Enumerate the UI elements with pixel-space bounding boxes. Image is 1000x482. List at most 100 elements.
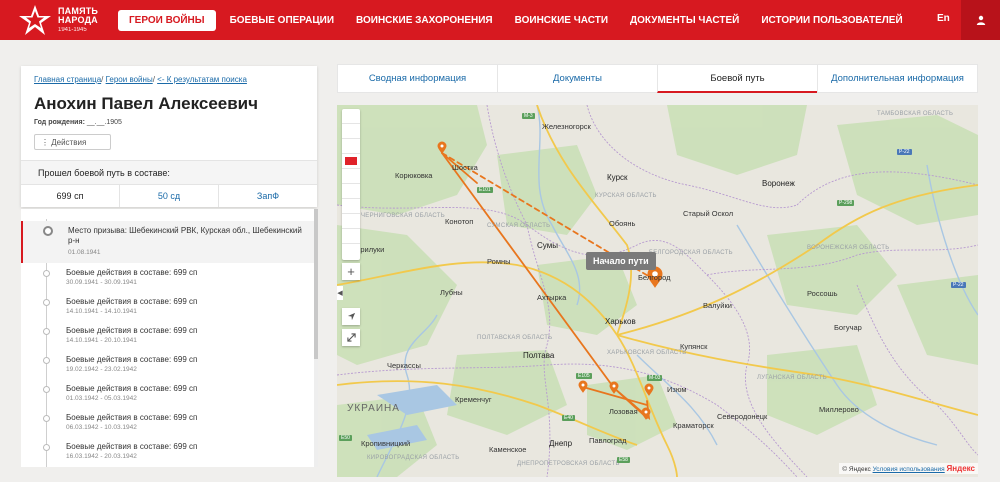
- road-badge: E58: [617, 457, 630, 463]
- layer-button[interactable]: [342, 124, 360, 139]
- timeline-dot: [43, 386, 50, 393]
- fullscreen-button[interactable]: [342, 329, 360, 346]
- timeline-title: Боевые действия в составе: 699 сп: [66, 413, 198, 422]
- timeline-item[interactable]: Боевые действия в составе: 699 сп 06.03.…: [21, 408, 317, 437]
- road-badge: Р-22: [897, 149, 912, 155]
- timeline-scrollbar[interactable]: [314, 209, 318, 467]
- nav-user-stories[interactable]: Истории пользователей: [761, 15, 902, 26]
- layer-button[interactable]: [342, 229, 360, 244]
- timeline-dot: [43, 415, 50, 422]
- timeline-dot: [43, 328, 50, 335]
- breadcrumb-heroes[interactable]: Герои войны: [106, 75, 153, 84]
- main-nav: Герои войны Боевые операции Воинские зах…: [118, 9, 925, 31]
- timeline-dot: [43, 270, 50, 277]
- tab-additional-info[interactable]: Дополнительная информация: [817, 64, 978, 93]
- top-header: ПАМЯТЬ НАРОДА 1941-1945 Герои войны Боев…: [0, 0, 1000, 40]
- nav-units[interactable]: Воинские части: [515, 15, 608, 26]
- map-label: Кропивницкий: [361, 439, 411, 448]
- timeline-date: 16.03.1942 - 20.03.1942: [66, 453, 137, 460]
- road-badge: Е105: [576, 373, 592, 379]
- combat-path-map[interactable]: Железногорск Курск Воронеж Шостка Корюко…: [337, 105, 978, 477]
- timeline-item[interactable]: Боевые действия в составе: 699 сп 14.10.…: [21, 321, 317, 350]
- timeline-date: 19.02.1942 - 23.02.1942: [66, 366, 137, 373]
- timeline-item[interactable]: Боевые действия в составе: 699 сп 01.03.…: [21, 379, 317, 408]
- timeline-item[interactable]: Боевые действия в составе: 699 сп 19.02.…: [21, 350, 317, 379]
- unit-tab-zapf[interactable]: ЗапФ: [219, 185, 317, 207]
- map-label: Миллерово: [819, 405, 859, 414]
- map-label: Курск: [607, 173, 628, 182]
- tab-documents[interactable]: Документы: [497, 64, 657, 93]
- timeline-item[interactable]: Боевые действия в составе: 699 сп 14.10.…: [21, 292, 317, 321]
- panel-collapse-button[interactable]: ◀: [337, 286, 343, 300]
- nav-operations[interactable]: Боевые операции: [230, 15, 334, 26]
- expand-icon: [346, 333, 356, 342]
- map-label: Черкассы: [387, 361, 421, 370]
- map-label: Богучар: [834, 323, 862, 332]
- terms-link[interactable]: Условия использования: [873, 466, 945, 473]
- map-label: Сумы: [537, 241, 558, 250]
- timeline-item[interactable]: Место призыва: Шебекинский РВК, Курская …: [21, 221, 317, 263]
- copyright-text: © Яндекс: [842, 466, 871, 473]
- map-label: Каменское: [489, 445, 527, 454]
- map-label: Валуйки: [703, 301, 732, 310]
- language-switch[interactable]: En: [937, 13, 950, 24]
- layer-button[interactable]: [342, 184, 360, 199]
- breadcrumb: Главная страница/ Герои войны/ <- К резу…: [34, 75, 247, 84]
- breadcrumb-back[interactable]: <- К результатам поиска: [157, 75, 247, 84]
- timeline-item[interactable]: Боевые действия в составе: 699 сп 30.09.…: [21, 263, 317, 292]
- layer-button[interactable]: [342, 244, 360, 259]
- map-label: КИРОВОГРАДСКАЯ ОБЛАСТЬ: [367, 455, 460, 461]
- layer-button[interactable]: [342, 139, 360, 154]
- timeline-dot: [43, 226, 53, 236]
- person-card: Главная страница/ Герои войны/ <- К резу…: [21, 66, 317, 207]
- breadcrumb-home[interactable]: Главная страница: [34, 75, 101, 84]
- layer-button[interactable]: [342, 109, 360, 124]
- map-label: Краматорск: [673, 421, 714, 430]
- map-label: Днепр: [549, 439, 573, 448]
- layer-button[interactable]: [342, 214, 360, 229]
- unit-tabs: 699 сп 50 сд ЗапФ: [21, 184, 317, 207]
- map-label: Изюм: [667, 385, 687, 394]
- tab-summary[interactable]: Сводная информация: [337, 64, 497, 93]
- nav-heroes[interactable]: Герои войны: [118, 9, 216, 31]
- timeline-date: 14.10.1941 - 14.10.1941: [66, 308, 137, 315]
- map-label: Ромны: [487, 257, 511, 266]
- timeline-title: Место призыва: Шебекинский РВК, Курская …: [68, 226, 302, 245]
- site-logo[interactable]: ПАМЯТЬ НАРОДА 1941-1945: [18, 3, 113, 37]
- timeline-title: Боевые действия в составе: 699 сп: [66, 297, 198, 306]
- logo-years: 1941-1945: [58, 27, 87, 33]
- nav-burials[interactable]: Воинские захоронения: [356, 15, 493, 26]
- map-label: Кременчуг: [455, 395, 492, 404]
- timeline-date: 14.10.1941 - 20.10.1941: [66, 337, 137, 344]
- map-label: Полтава: [523, 351, 555, 360]
- map-label: Обоянь: [609, 219, 636, 228]
- map-label: ДНЕПРОПЕТРОВСКАЯ ОБЛАСТЬ: [517, 461, 620, 467]
- map-label: БЕЛГОРОДСКАЯ ОБЛАСТЬ: [649, 250, 733, 256]
- unit-tab-699[interactable]: 699 сп: [21, 185, 120, 207]
- map-label: Северодонецк: [717, 412, 768, 421]
- timeline-dot: [43, 357, 50, 364]
- map-label: Конотоп: [445, 217, 474, 226]
- tab-combat-path[interactable]: Боевой путь: [657, 64, 817, 93]
- map-copyright: © Яндекс Условия использования Яндекс: [839, 463, 978, 474]
- timeline-item[interactable]: Боевые действия в составе: 699 сп 16.03.…: [21, 437, 317, 466]
- layer-button[interactable]: [342, 199, 360, 214]
- unit-tab-50[interactable]: 50 сд: [120, 185, 219, 207]
- nav-unit-documents[interactable]: Документы частей: [630, 15, 739, 26]
- scroll-thumb[interactable]: [314, 209, 318, 359]
- map-label: Воронеж: [762, 179, 795, 188]
- actions-button[interactable]: ⋮ Действия: [34, 134, 111, 150]
- timeline-title: Боевые действия в составе: 699 сп: [66, 355, 198, 364]
- zoom-in-button[interactable]: +: [342, 263, 360, 280]
- layer-button[interactable]: [342, 169, 360, 184]
- star-icon: [19, 5, 51, 35]
- map-label: Павлоград: [589, 436, 627, 445]
- geolocation-button[interactable]: [342, 308, 360, 325]
- map-label: Белгород: [638, 273, 671, 282]
- timeline-title: Боевые действия в составе: 699 сп: [66, 384, 198, 393]
- user-button[interactable]: [961, 0, 1000, 40]
- map-label: ВОРОНЕЖСКАЯ ОБЛАСТЬ: [807, 245, 890, 251]
- timeline-dot: [43, 299, 50, 306]
- layer-button[interactable]: [342, 154, 360, 169]
- road-badge: М-03: [647, 375, 663, 381]
